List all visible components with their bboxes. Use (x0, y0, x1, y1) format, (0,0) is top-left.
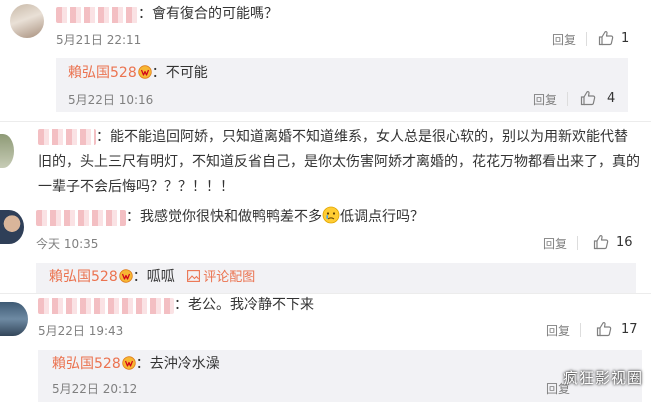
comment-time: 5月22日 19:43 (38, 324, 124, 338)
comment-text: ：老公。我冷静不下来 (174, 297, 314, 313)
picture-link-label: 评论配图 (203, 270, 256, 285)
comment-item: ：能不能追回阿娇，只知道离婚不知道维系，女人总是很心软的，别以为用新欢能代替 旧… (0, 122, 651, 204)
vip-badge-icon (122, 356, 136, 370)
comment-text-line-3: 一辈子不会后悔吗？？？！！！ (38, 179, 234, 195)
comment-picture-link[interactable]: 评论配图 (187, 270, 255, 285)
crying-face-emoji (322, 206, 340, 224)
comment-item: ：老公。我冷静不下来 5月22日 19:43 回复 17 賴弘国528 ：去沖冷水… (0, 294, 651, 402)
reply-box: 賴弘国528 ：去沖冷水澡 5月22日 20:12 回复 (38, 350, 642, 402)
watermark-text: 疯狂影视圈 (562, 369, 643, 387)
reply-content: ：不可能 (151, 65, 208, 81)
comment-item: ：會有復合的可能嗎？ 5月21日 22:11 回复 1 賴弘国528 ：不可能 5… (0, 0, 651, 112)
divider-line (567, 92, 568, 106)
comment-time: 今天 10:35 (36, 237, 99, 251)
comment-item: ：我感觉你很快和做鸭鸭差不多 低调点行吗？ 今天 10:35 回复 16 賴弘国5… (0, 205, 651, 293)
avatar[interactable] (0, 302, 28, 336)
thumbs-up-icon[interactable] (598, 30, 614, 46)
reply-button[interactable]: 回复 (546, 322, 570, 339)
username-blurred[interactable] (38, 298, 174, 314)
reply-time: 5月22日 20:12 (52, 382, 138, 396)
comment-content: ：我感觉你很快和做鸭鸭差不多 (126, 209, 322, 225)
vip-badge-icon (138, 65, 152, 79)
avatar[interactable] (0, 210, 24, 244)
reply-text: 賴弘国528 ：呱呱 评论配图 (49, 266, 255, 289)
reply-button[interactable]: 回复 (552, 31, 576, 48)
comment-content: 低调点行吗？ (340, 209, 424, 225)
comment-text: ：會有復合的可能嗎？ (138, 6, 278, 22)
divider-line (577, 236, 578, 250)
thumbs-up-icon[interactable] (596, 321, 612, 337)
like-count: 4 (607, 91, 616, 106)
thumbs-up-icon[interactable] (593, 234, 609, 250)
comment-text-line-2: 旧的，头上三尺有明灯，不知道反省自己，是你太伤害阿娇才离婚的，花花万物都看出来了… (38, 154, 640, 170)
comment-text: ：我感觉你很快和做鸭鸭差不多 低调点行吗？ (126, 206, 424, 229)
reply-button[interactable]: 回复 (543, 235, 567, 252)
reply-time: 5月22日 10:16 (68, 93, 154, 107)
like-count: 16 (616, 235, 633, 250)
avatar[interactable] (10, 4, 44, 38)
username-blurred[interactable] (38, 129, 96, 145)
reply-username-link[interactable]: 賴弘国528 (52, 356, 121, 372)
reply-text: 賴弘国528 ：不可能 (68, 62, 208, 85)
like-count: 17 (621, 322, 638, 337)
reply-content: ：去沖冷水澡 (135, 356, 220, 372)
divider-line (586, 32, 587, 46)
like-count: 1 (621, 31, 630, 46)
reply-box: 賴弘国528 ：呱呱 评论配图 (36, 263, 636, 293)
reply-username-link[interactable]: 賴弘国528 (68, 65, 137, 81)
reply-username-link[interactable]: 賴弘国528 (49, 269, 118, 285)
vip-badge-icon (119, 269, 133, 283)
username-blurred[interactable] (56, 7, 138, 23)
comment-time: 5月21日 22:11 (56, 33, 142, 47)
reply-text: 賴弘国528 ：去沖冷水澡 (52, 353, 220, 376)
comment-text-line-1: ：能不能追回阿娇，只知道离婚不知道维系，女人总是很心软的，别以为用新欢能代替 (96, 129, 628, 145)
reply-content: ：呱呱 (132, 269, 175, 285)
picture-icon (187, 270, 201, 282)
reply-button[interactable]: 回复 (533, 91, 557, 108)
divider-line (580, 323, 581, 337)
reply-box: 賴弘国528 ：不可能 5月22日 10:16 回复 4 (56, 58, 628, 112)
thumbs-up-icon[interactable] (580, 90, 596, 106)
avatar[interactable] (0, 134, 14, 168)
username-blurred[interactable] (36, 210, 126, 226)
